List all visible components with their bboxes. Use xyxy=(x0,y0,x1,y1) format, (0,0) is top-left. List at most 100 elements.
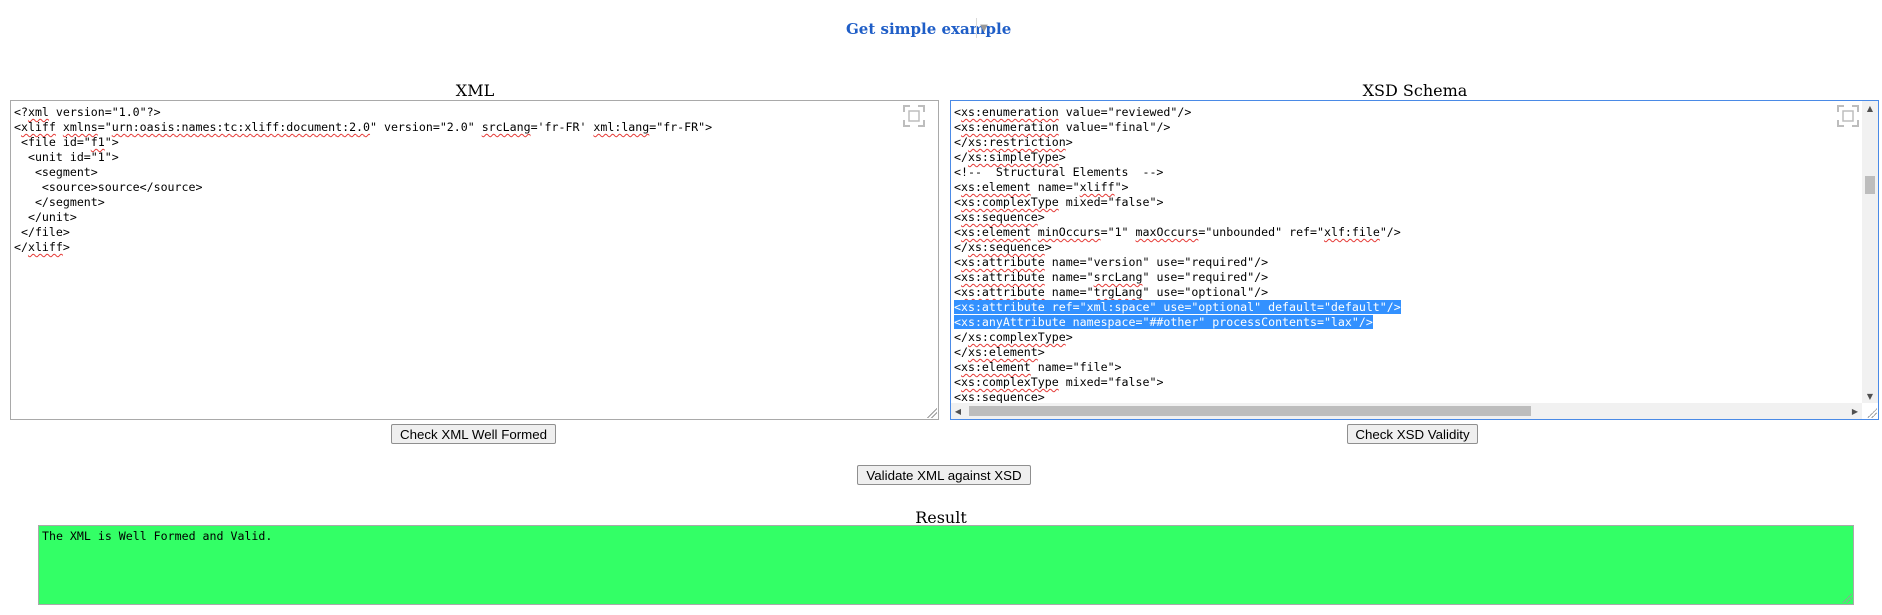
code-line: <xs:attribute name="srcLang" use="requir… xyxy=(954,270,1878,285)
code-token: ="1" xyxy=(1100,225,1136,239)
code-token: </ xyxy=(954,240,968,254)
scroll-up-icon[interactable]: ▲ xyxy=(1862,101,1878,115)
code-token: srcLang xyxy=(1093,270,1143,284)
code-line: <segment> xyxy=(14,165,938,180)
scrollbar-thumb[interactable] xyxy=(1865,176,1875,194)
scroll-right-icon[interactable]: ▶ xyxy=(1848,403,1862,419)
code-token: <!-- Structural Elements --> xyxy=(954,165,1164,179)
code-token: </ xyxy=(954,135,968,149)
code-token: </file> xyxy=(14,225,70,239)
code-token: > xyxy=(1037,210,1045,224)
code-line: <file id="f1"> xyxy=(14,135,938,150)
code-line: <xliff xmlns="urn:oasis:names:tc:xliff:d… xyxy=(14,120,938,135)
fullscreen-icon[interactable] xyxy=(1836,104,1860,128)
code-token: xs:enumeration xyxy=(960,120,1059,134)
xml-panel-title: XML xyxy=(455,81,495,100)
resize-grip[interactable] xyxy=(927,408,937,418)
code-token: xs:element xyxy=(967,345,1038,359)
scroll-down-icon[interactable]: ▼ xyxy=(1862,389,1878,403)
selected-text: <xs:attribute ref="xml:space" use="optio… xyxy=(954,300,1401,314)
code-token: "> xyxy=(1114,180,1129,194)
code-token: xs:element xyxy=(960,180,1031,194)
caret-down-icon[interactable]: ▼ xyxy=(976,18,991,38)
code-line: <xs:attribute ref="xml:space" use="optio… xyxy=(954,300,1878,315)
code-line: <unit id="1"> xyxy=(14,150,938,165)
code-line: <xs:sequence> xyxy=(954,210,1878,225)
code-token: urn:oasis:names:tc:xliff:document:2.0 xyxy=(111,120,371,134)
code-token: < xyxy=(954,270,961,284)
code-token: ='fr-FR' xyxy=(530,120,594,134)
code-token: < xyxy=(954,210,961,224)
horizontal-scrollbar[interactable]: ◀ ▶ xyxy=(951,403,1862,419)
code-token: name="version" use="required"/> xyxy=(1044,255,1269,269)
code-token: name="file"> xyxy=(1030,360,1122,374)
xml-editor[interactable]: <?xml version="1.0"?> <xliff xmlns="urn:o… xyxy=(10,100,939,420)
code-line: </segment> xyxy=(14,195,938,210)
code-token: xs:restriction xyxy=(967,135,1066,149)
code-token: </unit> xyxy=(14,210,77,224)
xsd-panel-title: XSD Schema xyxy=(1362,81,1468,100)
code-token: value="final"/> xyxy=(1058,120,1171,134)
resize-grip[interactable] xyxy=(1842,593,1852,603)
validate-button[interactable]: Validate XML against XSD xyxy=(857,465,1031,485)
code-line: <xs:enumeration value="reviewed"/> xyxy=(954,105,1878,120)
code-token: xs:complexType xyxy=(960,375,1059,389)
resize-grip[interactable] xyxy=(1867,408,1877,418)
code-token: " version="2.0" xyxy=(370,120,482,134)
code-token: > xyxy=(1037,390,1045,404)
code-token: xs:sequence xyxy=(967,240,1045,254)
fullscreen-icon[interactable] xyxy=(902,104,926,128)
code-token: > xyxy=(1044,240,1052,254)
code-token: value="reviewed"/> xyxy=(1058,105,1192,119)
code-token: maxOccurs xyxy=(1135,225,1199,239)
code-token: ="fr-FR"> xyxy=(649,120,713,134)
code-token: "> xyxy=(104,135,119,149)
code-line: <!-- Structural Elements --> xyxy=(954,165,1878,180)
code-token: xs:attribute xyxy=(960,285,1045,299)
code-token: xml:lang xyxy=(593,120,650,134)
code-token: < xyxy=(954,255,961,269)
scroll-left-icon[interactable]: ◀ xyxy=(951,403,965,419)
code-token: name=" xyxy=(1044,285,1094,299)
code-token: </ xyxy=(954,345,968,359)
code-token: " use="required"/> xyxy=(1142,270,1269,284)
check-xsd-button[interactable]: Check XSD Validity xyxy=(1347,424,1478,444)
code-token: <segment> xyxy=(14,165,98,179)
code-token: srcLang xyxy=(481,120,531,134)
code-token: < xyxy=(954,195,961,209)
check-xml-button[interactable]: Check XML Well Formed xyxy=(391,424,556,444)
code-line: </xliff> xyxy=(14,240,938,255)
code-token: xs:attribute xyxy=(960,270,1045,284)
code-line: <xs:complexType mixed="false"> xyxy=(954,195,1878,210)
code-line: <xs:element minOccurs="1" maxOccurs="unb… xyxy=(954,225,1878,240)
code-token: </ xyxy=(14,240,28,254)
vertical-scrollbar[interactable]: ▲ ▼ xyxy=(1862,101,1878,403)
code-token: name=" xyxy=(1044,270,1094,284)
code-token: xs:element xyxy=(960,360,1031,374)
code-token: xs:sequence xyxy=(960,210,1038,224)
code-token: mixed="false"> xyxy=(1058,195,1164,209)
code-line: <xs:enumeration value="final"/> xyxy=(954,120,1878,135)
xsd-editor[interactable]: <xs:enumeration value="reviewed"/> <xs:en… xyxy=(950,100,1879,420)
selected-text: <xs:anyAttribute namespace="##other" pro… xyxy=(954,315,1373,329)
code-token: </ xyxy=(954,330,968,344)
code-token: < xyxy=(954,285,961,299)
code-token: " use="optional"/> xyxy=(1142,285,1269,299)
code-token: version="1.0"?> xyxy=(48,105,161,119)
code-line: <?xml version="1.0"?> xyxy=(14,105,938,120)
result-box[interactable]: The XML is Well Formed and Valid. xyxy=(38,525,1854,605)
code-line: </xs:restriction> xyxy=(954,135,1878,150)
code-token: ="unbounded" ref=" xyxy=(1198,225,1324,239)
code-line: </xs:sequence> xyxy=(954,240,1878,255)
code-line: <source>source</source> xyxy=(14,180,938,195)
code-line: </file> xyxy=(14,225,938,240)
scrollbar-thumb[interactable] xyxy=(969,406,1531,416)
code-token: mixed="false"> xyxy=(1058,375,1164,389)
code-token: xlf:file xyxy=(1323,225,1380,239)
code-token: <? xyxy=(14,105,28,119)
code-token: xliff xyxy=(1079,180,1115,194)
code-token: < xyxy=(954,180,961,194)
code-line: </xs:complexType> xyxy=(954,330,1878,345)
